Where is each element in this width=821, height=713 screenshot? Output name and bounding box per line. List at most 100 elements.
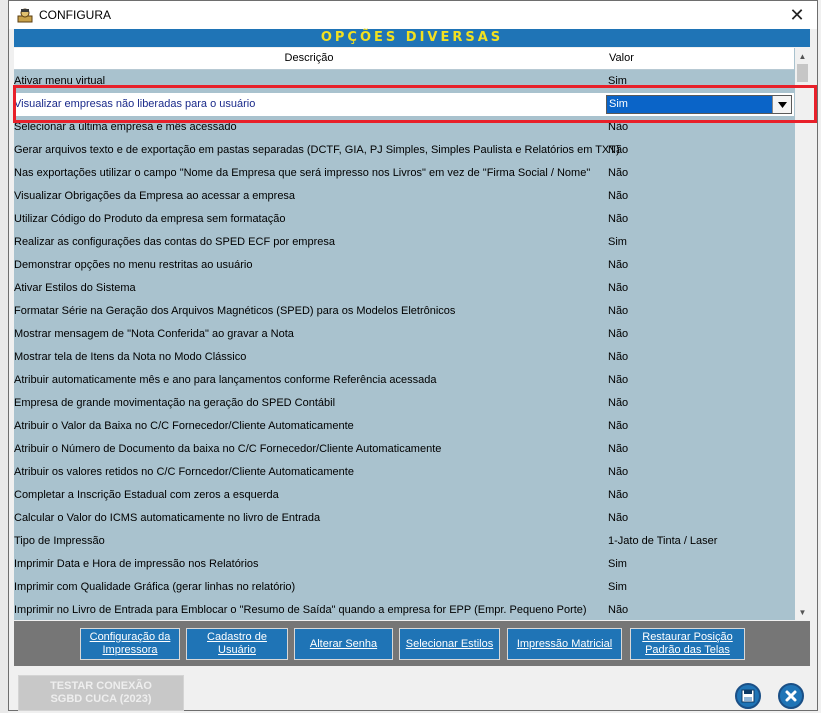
- table-row[interactable]: Utilizar Código do Produto da empresa se…: [14, 208, 794, 231]
- option-description: Ativar menu virtual: [14, 75, 106, 87]
- config-window: CONFIGURA ✕ OPÇÕES DIVERSAS Descrição Va…: [8, 0, 818, 711]
- option-description: Atribuir o Número de Documento da baixa …: [14, 443, 442, 455]
- cadastro-usuario-label-2: Usuário: [218, 644, 256, 656]
- option-description: Formatar Série na Geração dos Arquivos M…: [14, 305, 456, 317]
- option-value: Não: [608, 466, 629, 478]
- chevron-down-icon[interactable]: [772, 96, 791, 113]
- dropdown-selected-value: Sim: [607, 96, 772, 113]
- option-description: Demonstrar opções no menu restritas ao u…: [14, 259, 253, 271]
- table-row[interactable]: Atribuir o Valor da Baixa no C/C Fornece…: [14, 415, 794, 438]
- option-value: Não: [608, 190, 629, 202]
- grid-rows: Ativar menu virtual Sim Visualizar empresa…: [14, 70, 794, 620]
- testar-conexao-label-1: TESTAR CONEXÃO: [50, 680, 152, 692]
- table-row[interactable]: Atribuir automaticamente mês e ano para …: [14, 369, 794, 392]
- table-row[interactable]: Imprimir no Livro de Entrada para Embloc…: [14, 599, 794, 620]
- table-row[interactable]: Imprimir Data e Hora de impressão nos Re…: [14, 553, 794, 576]
- config-impressora-button[interactable]: Configuração da Impressora: [80, 628, 180, 660]
- option-description: Utilizar Código do Produto da empresa se…: [14, 213, 286, 225]
- option-value: Sim: [608, 236, 627, 248]
- option-value: Não: [608, 512, 629, 524]
- option-description: Atribuir automaticamente mês e ano para …: [14, 374, 437, 386]
- impressao-matricial-label: Impressão Matricial: [516, 637, 613, 650]
- option-description: Realizar as configurações das contas do …: [14, 236, 335, 248]
- option-description: Atribuir os valores retidos no C/C Fornc…: [14, 466, 354, 478]
- table-row[interactable]: Tipo de Impressão 1-Jato de Tinta / Laser: [14, 530, 794, 553]
- option-value: Não: [608, 443, 629, 455]
- table-row[interactable]: Realizar as configurações das contas do …: [14, 231, 794, 254]
- option-value: Não: [608, 167, 629, 179]
- option-value: Sim: [608, 558, 627, 570]
- grid-header: Descrição Valor: [14, 48, 794, 70]
- option-description: Imprimir no Livro de Entrada para Embloc…: [14, 604, 587, 616]
- option-value: Não: [608, 374, 629, 386]
- testar-conexao-label-2: SGBD CUCA (2023): [50, 693, 152, 705]
- option-value: Não: [608, 282, 629, 294]
- option-value: Não: [608, 489, 629, 501]
- close-icon[interactable]: ✕: [777, 1, 817, 29]
- title-bar: CONFIGURA ✕: [9, 1, 817, 29]
- option-value: Não: [608, 305, 629, 317]
- cadastro-usuario-label-1: Cadastro de: [207, 631, 267, 643]
- column-header-descricao: Descrição: [284, 52, 334, 64]
- option-value-dropdown[interactable]: Sim: [606, 95, 792, 114]
- scroll-down-icon[interactable]: ▼: [795, 604, 810, 620]
- table-row[interactable]: Selecionar a última empresa e mês acessa…: [14, 116, 794, 139]
- table-row[interactable]: Calcular o Valor do ICMS automaticamente…: [14, 507, 794, 530]
- exit-icon[interactable]: [778, 683, 804, 709]
- table-row[interactable]: Mostrar tela de Itens da Nota no Modo Cl…: [14, 346, 794, 369]
- option-description: Ativar Estilos do Sistema: [14, 282, 136, 294]
- window-title: CONFIGURA: [39, 8, 111, 22]
- option-description: Tipo de Impressão: [14, 535, 105, 547]
- option-value: Não: [608, 121, 629, 133]
- alterar-senha-button[interactable]: Alterar Senha: [294, 628, 393, 660]
- table-row[interactable]: Gerar arquivos texto e de exportação em …: [14, 139, 794, 162]
- option-value: Não: [608, 420, 629, 432]
- impressao-matricial-button[interactable]: Impressão Matricial: [507, 628, 622, 660]
- option-description: Mostrar tela de Itens da Nota no Modo Cl…: [14, 351, 247, 363]
- table-row[interactable]: Mostrar mensagem de "Nota Conferida" ao …: [14, 323, 794, 346]
- option-description: Visualizar Obrigações da Empresa ao aces…: [14, 190, 296, 202]
- scrollbar-thumb[interactable]: [797, 64, 808, 82]
- table-row[interactable]: Completar a Inscrição Estadual com zeros…: [14, 484, 794, 507]
- restaurar-posicao-label-2: Padrão das Telas: [645, 644, 730, 656]
- table-row[interactable]: Empresa de grande movimentação na geraçã…: [14, 392, 794, 415]
- selecionar-estilos-label: Selecionar Estilos: [405, 637, 494, 650]
- table-row[interactable]: Imprimir com Qualidade Gráfica (gerar li…: [14, 576, 794, 599]
- save-icon[interactable]: [735, 683, 761, 709]
- option-value: Não: [608, 328, 629, 340]
- table-row[interactable]: Ativar Estilos do Sistema Não: [14, 277, 794, 300]
- app-icon: [17, 7, 33, 23]
- table-row[interactable]: Visualizar empresas não liberadas para o…: [14, 93, 794, 116]
- config-impressora-label-2: Impressora: [102, 644, 158, 656]
- table-row[interactable]: Demonstrar opções no menu restritas ao u…: [14, 254, 794, 277]
- option-value: Não: [608, 397, 629, 409]
- options-grid: Descrição Valor Ativar menu virtual Sim Vi…: [14, 48, 810, 620]
- option-description: Completar a Inscrição Estadual com zeros…: [14, 489, 279, 501]
- option-description: Empresa de grande movimentação na geraçã…: [14, 397, 336, 409]
- option-value: Sim: [608, 581, 627, 593]
- vertical-scrollbar[interactable]: ▲ ▼: [795, 48, 810, 620]
- option-value: Não: [608, 351, 629, 363]
- cadastro-usuario-button[interactable]: Cadastro de Usuário: [186, 628, 288, 660]
- option-description: Selecionar a última empresa e mês acessa…: [14, 121, 237, 133]
- table-row[interactable]: Nas exportações utilizar o campo "Nome d…: [14, 162, 794, 185]
- table-row[interactable]: Formatar Série na Geração dos Arquivos M…: [14, 300, 794, 323]
- selecionar-estilos-button[interactable]: Selecionar Estilos: [399, 628, 500, 660]
- restaurar-posicao-button[interactable]: Restaurar Posição Padrão das Telas: [630, 628, 745, 660]
- option-description: Nas exportações utilizar o campo "Nome d…: [14, 167, 591, 179]
- table-row[interactable]: Atribuir os valores retidos no C/C Fornc…: [14, 461, 794, 484]
- section-banner: OPÇÕES DIVERSAS: [14, 29, 810, 47]
- option-description: Calcular o Valor do ICMS automaticamente…: [14, 512, 321, 524]
- scroll-up-icon[interactable]: ▲: [795, 48, 810, 64]
- option-value: Não: [608, 259, 629, 271]
- background-window-edge: [0, 0, 8, 713]
- option-description: Gerar arquivos texto e de exportação em …: [14, 144, 620, 156]
- testar-conexao-button[interactable]: TESTAR CONEXÃO SGBD CUCA (2023): [18, 675, 184, 711]
- alterar-senha-label: Alterar Senha: [309, 637, 378, 650]
- table-row[interactable]: Atribuir o Número de Documento da baixa …: [14, 438, 794, 461]
- option-value: Não: [608, 144, 629, 156]
- option-description: Atribuir o Valor da Baixa no C/C Fornece…: [14, 420, 354, 432]
- table-row[interactable]: Ativar menu virtual Sim: [14, 70, 794, 93]
- restaurar-posicao-label-1: Restaurar Posição: [642, 631, 733, 643]
- table-row[interactable]: Visualizar Obrigações da Empresa ao aces…: [14, 185, 794, 208]
